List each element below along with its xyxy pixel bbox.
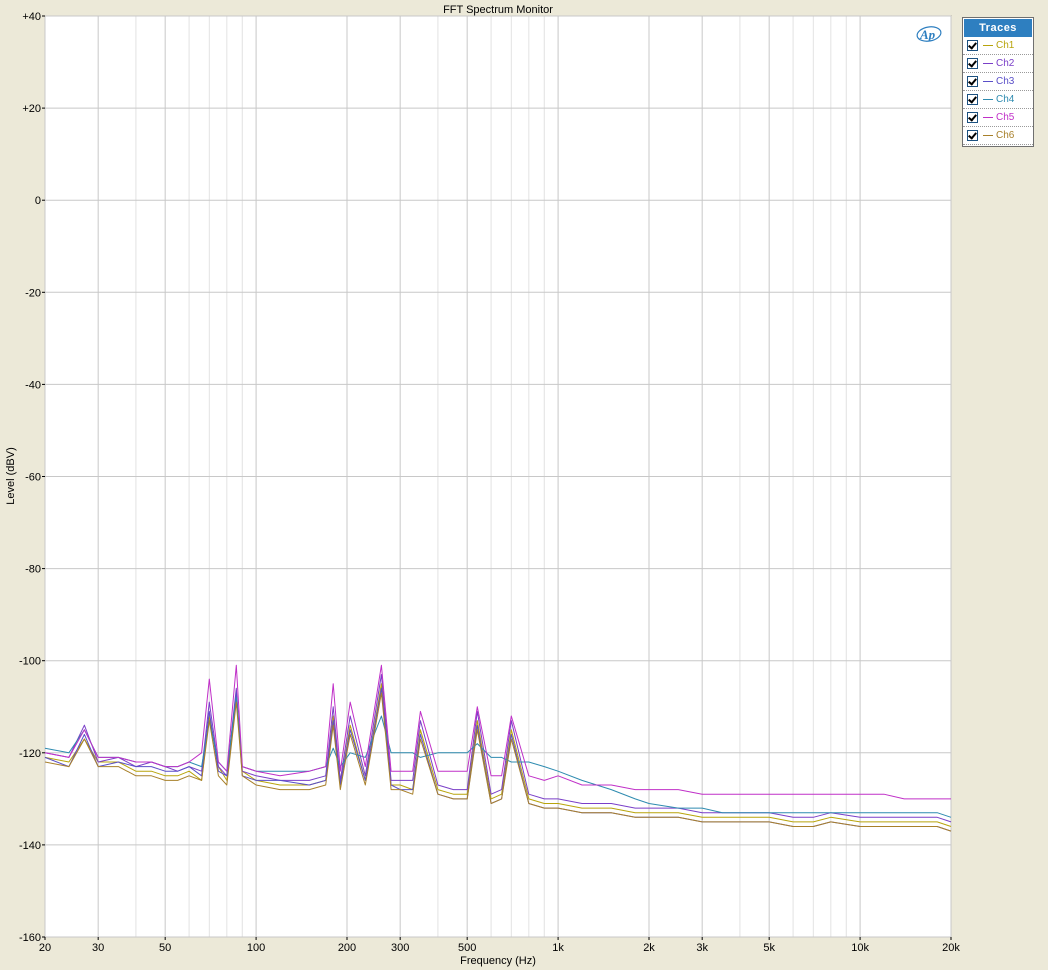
checkbox-checked-icon[interactable] bbox=[967, 94, 978, 105]
legend-item-label: Ch6 bbox=[996, 130, 1015, 141]
ap-logo-text: Ap bbox=[919, 27, 936, 42]
legend-item-label: Ch3 bbox=[996, 76, 1015, 87]
legend-item-label: Ch5 bbox=[996, 112, 1015, 123]
y-tick-label: -40 bbox=[25, 379, 41, 391]
y-tick-label: -140 bbox=[19, 840, 41, 852]
legend-item-ch4[interactable]: Ch4 bbox=[963, 91, 1033, 109]
trace-color-swatch bbox=[983, 45, 993, 46]
x-tick-label: 2k bbox=[643, 942, 655, 954]
y-tick-label: 0 bbox=[35, 195, 41, 207]
checkbox-checked-icon[interactable] bbox=[967, 76, 978, 87]
checkbox-checked-icon[interactable] bbox=[967, 58, 978, 69]
x-tick-label: 500 bbox=[458, 942, 476, 954]
spectrum-chart[interactable]: FFT Spectrum Monitor +40 +20 0 -20 -40 -60 -80… bbox=[0, 0, 1048, 970]
x-tick-label: 10k bbox=[851, 942, 869, 954]
y-axis: +40 +20 0 -20 -40 -60 -80 -100 -120 -140 -160 bbox=[19, 11, 45, 944]
legend-item-label: Ch4 bbox=[996, 94, 1015, 105]
legend-header: Traces bbox=[964, 19, 1032, 37]
x-tick-label: 20 bbox=[39, 942, 51, 954]
y-tick-label: +20 bbox=[22, 103, 41, 115]
x-tick-label: 1k bbox=[552, 942, 564, 954]
legend-item-ch1[interactable]: Ch1 bbox=[963, 37, 1033, 55]
x-tick-label: 200 bbox=[338, 942, 356, 954]
trace-color-swatch bbox=[983, 63, 993, 64]
trace-color-swatch bbox=[983, 135, 993, 136]
legend-item-ch5[interactable]: Ch5 bbox=[963, 109, 1033, 127]
x-tick-label: 300 bbox=[391, 942, 409, 954]
fft-window: FFT Spectrum Monitor +40 +20 0 -20 -40 -60 -80… bbox=[0, 0, 1048, 970]
legend-item-ch2[interactable]: Ch2 bbox=[963, 55, 1033, 73]
traces-legend: Traces Ch1 Ch2 Ch3 Ch4 Ch5 Ch6 bbox=[962, 17, 1034, 147]
checkbox-checked-icon[interactable] bbox=[967, 112, 978, 123]
x-axis: 20 30 50 100 200 300 500 1k 2k 3k 5k 10k 20k bbox=[39, 937, 960, 954]
y-tick-label: -80 bbox=[25, 564, 41, 576]
y-tick-label: -20 bbox=[25, 287, 41, 299]
x-tick-label: 100 bbox=[247, 942, 265, 954]
trace-color-swatch bbox=[983, 99, 993, 100]
x-tick-label: 30 bbox=[92, 942, 104, 954]
y-tick-label: -60 bbox=[25, 472, 41, 484]
legend-item-label: Ch2 bbox=[996, 58, 1015, 69]
legend-rows: Ch1 Ch2 Ch3 Ch4 Ch5 Ch6 bbox=[963, 37, 1033, 145]
checkbox-checked-icon[interactable] bbox=[967, 40, 978, 51]
legend-item-ch3[interactable]: Ch3 bbox=[963, 73, 1033, 91]
legend-item-ch6[interactable]: Ch6 bbox=[963, 127, 1033, 145]
x-tick-label: 3k bbox=[696, 942, 708, 954]
trace-color-swatch bbox=[983, 81, 993, 82]
checkbox-checked-icon[interactable] bbox=[967, 130, 978, 141]
y-tick-label: -100 bbox=[19, 656, 41, 668]
x-tick-label: 20k bbox=[942, 942, 960, 954]
y-tick-label: +40 bbox=[22, 11, 41, 23]
trace-color-swatch bbox=[983, 117, 993, 118]
x-axis-label: Frequency (Hz) bbox=[460, 955, 536, 967]
x-tick-label: 5k bbox=[763, 942, 775, 954]
chart-title: FFT Spectrum Monitor bbox=[443, 4, 553, 16]
legend-item-label: Ch1 bbox=[996, 40, 1015, 51]
y-axis-label: Level (dBV) bbox=[5, 447, 17, 504]
x-tick-label: 50 bbox=[159, 942, 171, 954]
y-tick-label: -120 bbox=[19, 748, 41, 760]
y-tick-label: -160 bbox=[19, 932, 41, 944]
